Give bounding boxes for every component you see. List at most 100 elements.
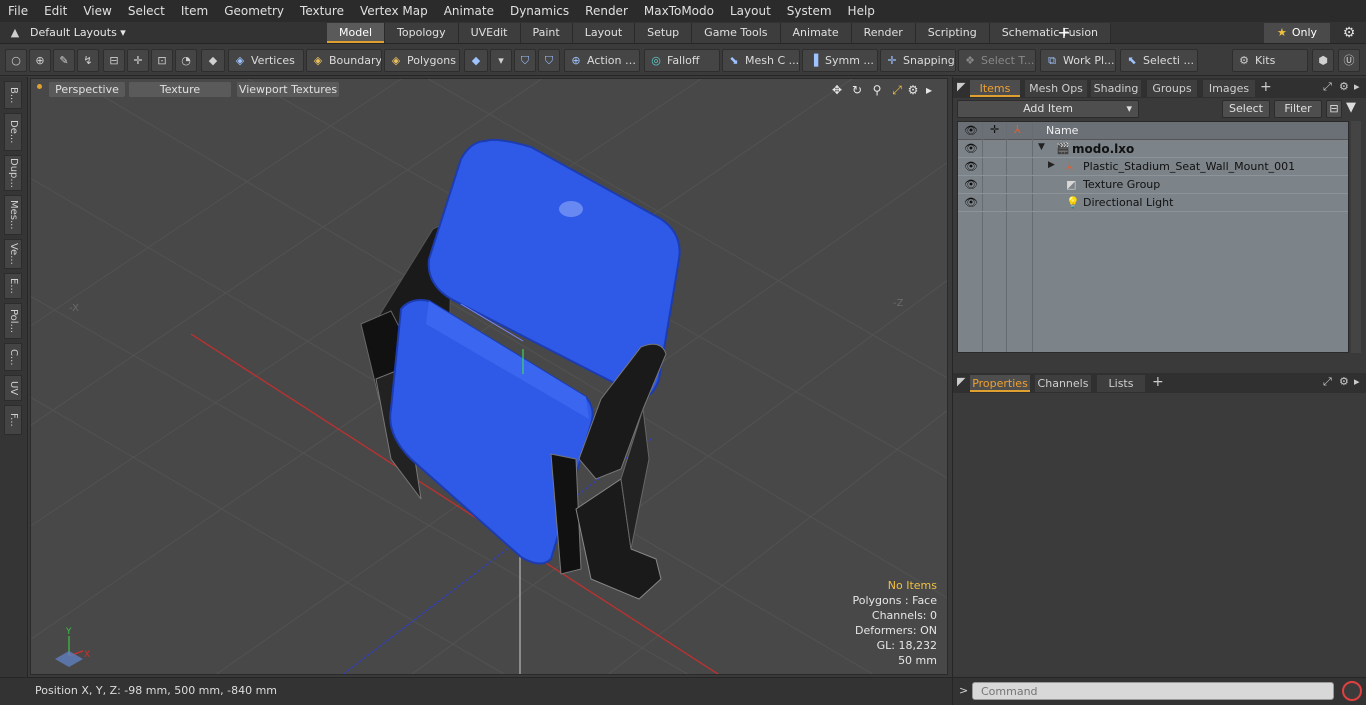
item-row-light[interactable]: 👁 💡 Directional Light <box>958 194 1348 212</box>
kits-button[interactable]: ⚙ Kits <box>1232 49 1308 72</box>
tab-channels[interactable]: Channels <box>1035 375 1091 392</box>
pan-icon[interactable]: ✥ <box>829 82 845 98</box>
menu-item[interactable]: Item <box>173 0 216 22</box>
record-macro-icon[interactable] <box>1342 681 1362 701</box>
eye-icon[interactable]: 👁 <box>964 178 978 192</box>
expand-triangle-icon[interactable]: ▼ <box>1038 142 1045 152</box>
tab-setup[interactable]: Setup <box>635 23 693 43</box>
default-layouts-dropdown[interactable]: Default Layouts ▾ <box>30 22 126 44</box>
gear-icon[interactable]: ⚙ <box>1338 22 1360 44</box>
layout-home-icon[interactable]: ▲ <box>8 26 22 40</box>
mesh-constraint-button[interactable]: ⬊ Mesh C ... <box>722 49 800 72</box>
menu-edit[interactable]: Edit <box>36 0 75 22</box>
menu-system[interactable]: System <box>779 0 840 22</box>
lasso-button[interactable]: ↯ <box>77 49 99 72</box>
menu-help[interactable]: Help <box>840 0 883 22</box>
tab-groups[interactable]: Groups <box>1147 80 1197 97</box>
selection-sets-button[interactable]: ⬉ Selecti ... <box>1120 49 1198 72</box>
menu-texture[interactable]: Texture <box>292 0 352 22</box>
maximize-icon[interactable]: ⤢ <box>889 82 905 98</box>
viewport-expand-icon[interactable]: ▸ <box>921 82 937 98</box>
item-row-texture-group[interactable]: 👁 ◩ Texture Group <box>958 176 1348 194</box>
panel-arrow-icon[interactable]: ▸ <box>1354 80 1360 93</box>
menu-file[interactable]: File <box>0 0 36 22</box>
menu-animate[interactable]: Animate <box>436 0 502 22</box>
expand-triangle-icon[interactable]: ▶ <box>1048 160 1055 170</box>
left-tab-8[interactable]: UV <box>4 375 22 401</box>
tab-layout[interactable]: Layout <box>572 23 636 43</box>
left-tab-9[interactable]: F... <box>4 405 22 435</box>
work-plane-button[interactable]: ⧉ Work Pl... <box>1040 49 1116 72</box>
viewport-textures-button[interactable]: Viewport Textures <box>237 82 339 97</box>
panel-menu-icon[interactable]: ◤ <box>957 375 965 388</box>
eye-icon[interactable]: 👁 <box>964 160 978 174</box>
item-row-mesh[interactable]: 👁 ▶ ⅄ Plastic_Stadium_Seat_Wall_Mount_00… <box>958 158 1348 176</box>
tab-mesh-ops[interactable]: Mesh Ops <box>1025 80 1087 97</box>
panel-gear-icon[interactable]: ⚙ <box>1339 80 1349 93</box>
select-circle-button[interactable]: ○ <box>5 49 27 72</box>
tab-game-tools[interactable]: Game Tools <box>692 23 781 43</box>
menu-view[interactable]: View <box>75 0 119 22</box>
mode-dropdown-button[interactable]: ▾ <box>490 49 512 72</box>
tab-images[interactable]: Images <box>1203 80 1255 97</box>
3d-viewport[interactable]: -X -Z Y X Perspective Texture Viewport T… <box>30 78 948 675</box>
only-toggle[interactable]: ★ Only <box>1264 23 1330 43</box>
items-mode-button[interactable]: ◆ <box>201 49 225 72</box>
stadium-seat-model[interactable] <box>360 138 681 600</box>
menu-geometry[interactable]: Geometry <box>216 0 292 22</box>
items-scrollbar[interactable] <box>1351 121 1361 353</box>
tab-paint[interactable]: Paint <box>520 23 573 43</box>
rotate-button[interactable]: ◔ <box>175 49 197 72</box>
texture-shading-button[interactable]: Texture <box>129 82 231 97</box>
tab-items[interactable]: Items <box>970 80 1020 97</box>
vertices-button[interactable]: ◈ Vertices <box>228 49 304 72</box>
tab-scripting[interactable]: Scripting <box>915 23 990 43</box>
eye-icon[interactable]: 👁 <box>964 142 978 156</box>
symmetry-cube-button[interactable]: ⛉ <box>514 49 536 72</box>
item-row-scene[interactable]: 👁 ▼ 🎬 modo.lxo <box>958 140 1348 158</box>
left-tab-1[interactable]: De... <box>4 113 22 151</box>
add-tab-button[interactable]: + <box>1260 79 1272 95</box>
zoom-icon[interactable]: ⚲ <box>869 82 885 98</box>
tab-render[interactable]: Render <box>851 23 916 43</box>
perspective-view-button[interactable]: Perspective <box>49 82 125 97</box>
left-tab-2[interactable]: Dup... <box>4 155 22 191</box>
funnel-icon[interactable]: ▼ <box>1346 100 1356 115</box>
eye-icon[interactable]: 👁 <box>964 196 978 210</box>
symmetry-button[interactable]: ▐ Symm ... <box>802 49 878 72</box>
command-input[interactable] <box>972 682 1334 700</box>
left-tab-5[interactable]: E... <box>4 273 22 299</box>
menu-layout[interactable]: Layout <box>722 0 779 22</box>
left-tab-3[interactable]: Mes... <box>4 195 22 235</box>
left-tab-6[interactable]: Pol... <box>4 303 22 339</box>
menu-dynamics[interactable]: Dynamics <box>502 0 577 22</box>
scale-button[interactable]: ⊡ <box>151 49 173 72</box>
tab-lists[interactable]: Lists <box>1097 375 1145 392</box>
panel-expand-icon[interactable]: ⤢ <box>1323 80 1332 94</box>
move-button[interactable]: ✛ <box>127 49 149 72</box>
viewport-gear-icon[interactable]: ⚙ <box>905 82 921 98</box>
filter-button[interactable]: Filter <box>1274 100 1322 118</box>
snapping-button[interactable]: ✛ Snapping <box>880 49 956 72</box>
add-tab-button[interactable]: + <box>1152 374 1164 390</box>
select-button[interactable]: Select <box>1222 100 1270 118</box>
panel-expand-icon[interactable]: ⤢ <box>1323 375 1332 389</box>
pen-tool-button[interactable]: ✎ <box>53 49 75 72</box>
left-tab-0[interactable]: B... <box>4 81 22 109</box>
collapse-icon[interactable]: ⊟ <box>1326 100 1342 118</box>
orbit-icon[interactable]: ↻ <box>849 82 865 98</box>
modo-cube-button[interactable]: ⬢ <box>1312 49 1334 72</box>
boundary-button[interactable]: ◈ Boundary <box>306 49 382 72</box>
menu-render[interactable]: Render <box>577 0 636 22</box>
tab-uvedit[interactable]: UVEdit <box>458 23 521 43</box>
menu-select[interactable]: Select <box>120 0 173 22</box>
menu-maxtomodo[interactable]: MaxToModo <box>636 0 722 22</box>
add-layout-tab-button[interactable]: + <box>1056 22 1072 44</box>
tab-properties[interactable]: Properties <box>970 375 1030 392</box>
symmetry-cube2-button[interactable]: ⛉ <box>538 49 560 72</box>
left-tab-7[interactable]: C... <box>4 343 22 371</box>
tab-shading[interactable]: Shading <box>1091 80 1141 97</box>
tab-schematic-fusion[interactable]: Schematic Fusion <box>989 23 1112 43</box>
action-center-button[interactable]: ⊕ Action … <box>564 49 640 72</box>
transform-button[interactable]: ⊟ <box>103 49 125 72</box>
